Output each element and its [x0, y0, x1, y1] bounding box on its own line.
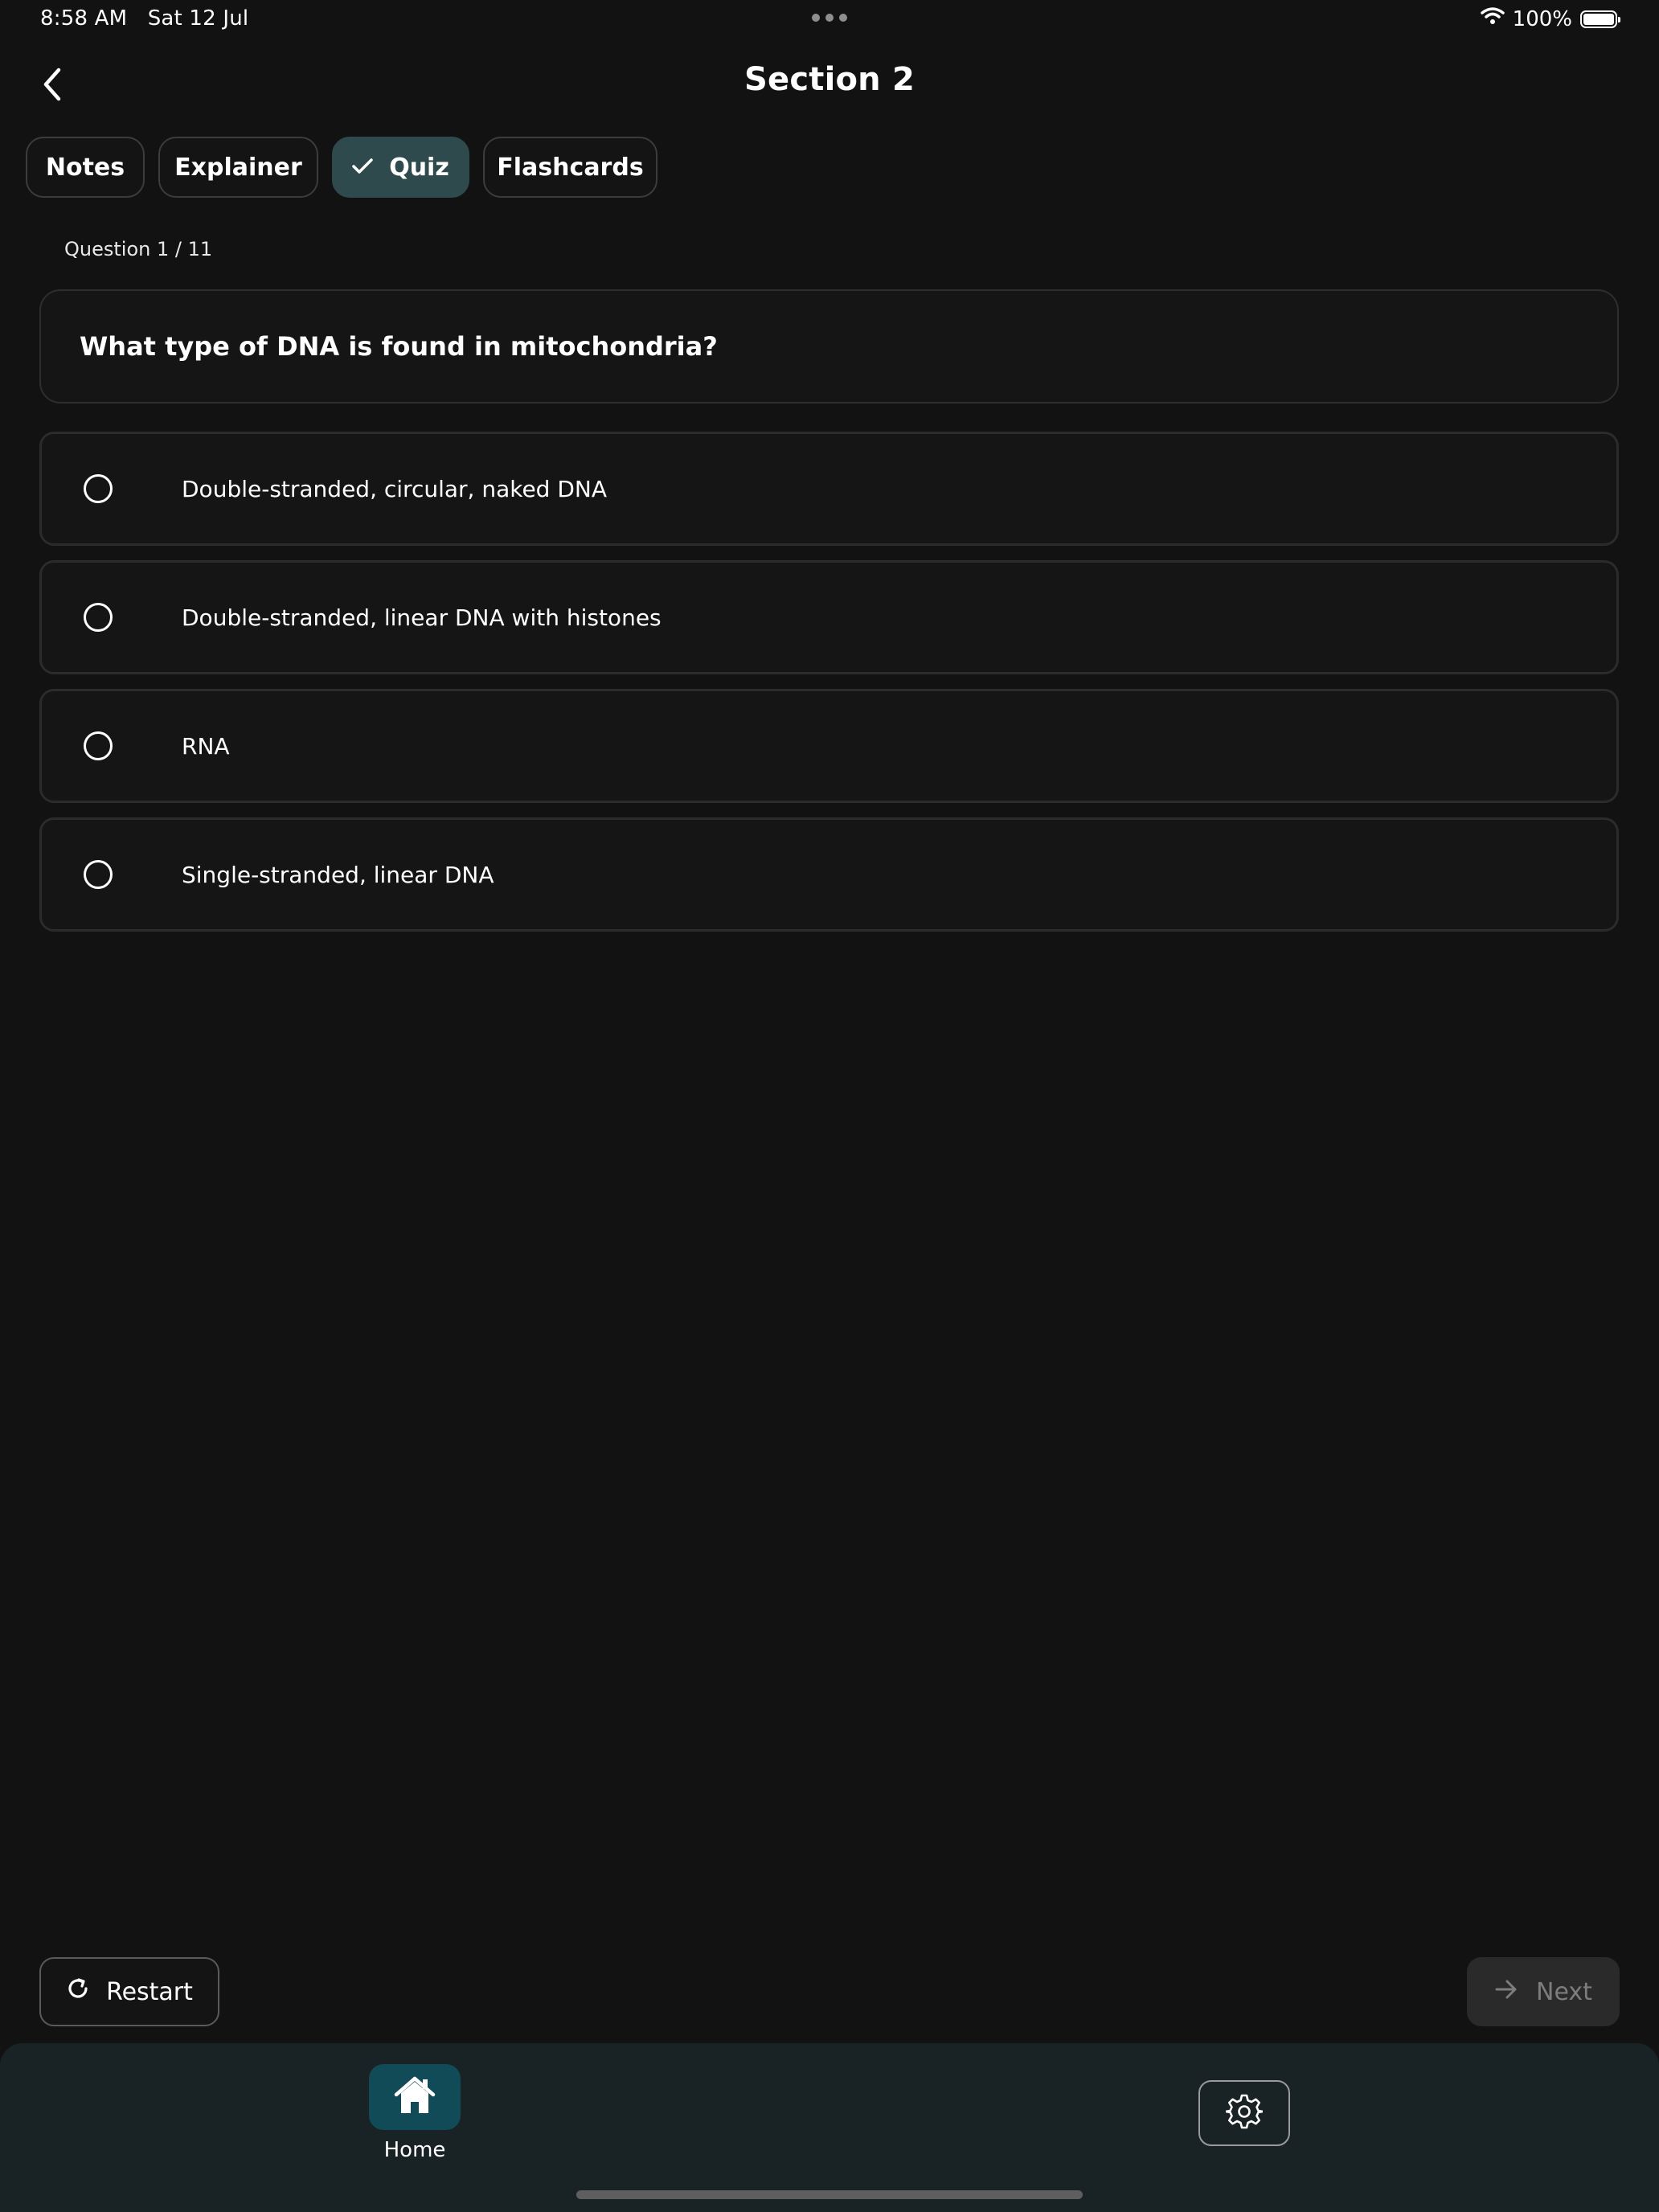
- status-bar-time-date: 8:58 AM Sat 12 Jul: [40, 6, 248, 31]
- radio-button-icon[interactable]: [84, 860, 113, 889]
- tab-explainer[interactable]: Explainer: [158, 137, 318, 198]
- refresh-icon: [66, 1976, 90, 2007]
- tab-label: Quiz: [389, 153, 449, 182]
- tab-label: Flashcards: [497, 153, 644, 182]
- mode-tabs: Notes Explainer Quiz Flashcards: [26, 137, 657, 198]
- status-date: Sat 12 Jul: [147, 6, 249, 31]
- answer-option-label: Double-stranded, linear DNA with histone…: [182, 604, 662, 631]
- tab-notes[interactable]: Notes: [26, 137, 145, 198]
- status-bar-right: 100%: [1480, 6, 1620, 31]
- restart-label: Restart: [106, 1977, 193, 2006]
- bottom-navigation-bar: [0, 2043, 1659, 2212]
- home-nav-label: Home: [383, 2138, 446, 2162]
- answer-option-label: RNA: [182, 732, 230, 760]
- page-title: Section 2: [744, 61, 915, 98]
- checkmark-icon: [352, 154, 373, 182]
- tab-quiz[interactable]: Quiz: [332, 137, 469, 198]
- answer-option[interactable]: Double-stranded, circular, naked DNA: [39, 432, 1619, 546]
- radio-button-icon[interactable]: [84, 603, 113, 632]
- battery-percentage: 100%: [1512, 6, 1572, 31]
- radio-button-icon[interactable]: [84, 731, 113, 760]
- answer-option[interactable]: Double-stranded, linear DNA with histone…: [39, 560, 1619, 674]
- answer-option-label: Single-stranded, linear DNA: [182, 861, 494, 888]
- status-time: 8:58 AM: [40, 6, 128, 31]
- wifi-icon: [1480, 6, 1505, 31]
- settings-button[interactable]: [1198, 2080, 1290, 2146]
- tab-flashcards[interactable]: Flashcards: [483, 137, 657, 198]
- radio-button-icon[interactable]: [84, 474, 113, 503]
- home-indicator[interactable]: [576, 2190, 1083, 2199]
- question-text: What type of DNA is found in mitochondri…: [80, 331, 718, 362]
- next-button[interactable]: Next: [1467, 1957, 1620, 2026]
- battery-icon: [1580, 10, 1620, 28]
- next-label: Next: [1536, 1977, 1592, 2006]
- multitasking-dots-icon[interactable]: [812, 14, 847, 22]
- answer-option[interactable]: RNA: [39, 689, 1619, 803]
- house-icon: [394, 2075, 436, 2119]
- question-counter: Question 1 / 11: [64, 238, 213, 260]
- tab-label: Notes: [45, 153, 125, 182]
- gear-icon: [1224, 2093, 1264, 2133]
- home-nav-button[interactable]: [369, 2064, 461, 2130]
- arrow-right-icon: [1494, 1978, 1518, 2006]
- tab-label: Explainer: [174, 153, 302, 182]
- question-card: What type of DNA is found in mitochondri…: [39, 289, 1619, 403]
- restart-button[interactable]: Restart: [39, 1957, 219, 2026]
- answer-option[interactable]: Single-stranded, linear DNA: [39, 817, 1619, 932]
- answer-option-label: Double-stranded, circular, naked DNA: [182, 475, 608, 502]
